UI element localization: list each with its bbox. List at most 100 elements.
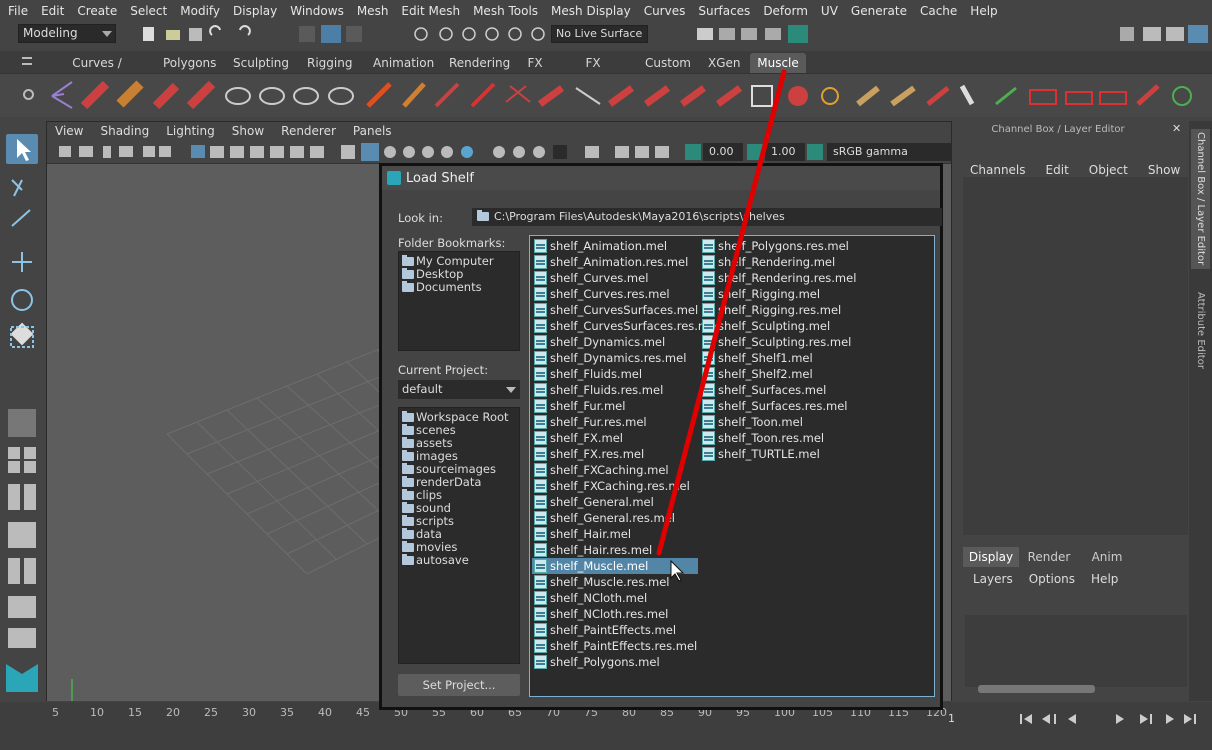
shelf-menu-icon[interactable] — [22, 57, 32, 65]
shelf-file-item[interactable]: shelf_FXCaching.mel — [532, 462, 698, 478]
shelf-file-item[interactable]: shelf_Polygons.res.mel — [700, 238, 860, 254]
shelf-file-item[interactable]: shelf_CurvesSurfaces.res.mel — [532, 318, 719, 334]
shelf-file-item[interactable]: shelf_Animation.mel — [532, 238, 698, 254]
dialog-titlebar[interactable]: Load Shelf — [382, 166, 940, 190]
menu-generate[interactable]: Generate — [851, 4, 907, 18]
side-tab-attribute-editor[interactable]: Attribute Editor — [1191, 285, 1210, 375]
project-folder-autosave[interactable]: autosave — [399, 554, 469, 567]
shelf-file-item[interactable]: shelf_Muscle.mel — [532, 558, 698, 574]
shelf-tab-fx-caching[interactable]: FX Caching — [563, 53, 623, 90]
shelf-tab-polygons[interactable]: Polygons — [163, 53, 216, 73]
toolbox-icons[interactable] — [0, 122, 44, 700]
menu-help[interactable]: Help — [970, 4, 997, 18]
menu-windows[interactable]: Windows — [290, 4, 344, 18]
shelf-file-item[interactable]: shelf_Rendering.mel — [700, 254, 860, 270]
shelf-file-item[interactable]: shelf_Fluids.mel — [532, 366, 698, 382]
viewport-menu-panels[interactable]: Panels — [353, 124, 392, 138]
menu-select[interactable]: Select — [130, 4, 167, 18]
shelf-file-item[interactable]: shelf_General.res.mel — [532, 510, 698, 526]
side-tab-channel-box[interactable]: Channel Box / Layer Editor — [1191, 129, 1210, 269]
menu-create[interactable]: Create — [77, 4, 117, 18]
menu-mesh-display[interactable]: Mesh Display — [551, 4, 631, 18]
layer-tab-render[interactable]: Render — [1021, 547, 1077, 567]
shelf-file-item[interactable]: shelf_FX.res.mel — [532, 446, 698, 462]
shelf-file-item[interactable]: shelf_Surfaces.mel — [700, 382, 860, 398]
menu-file[interactable]: File — [8, 4, 28, 18]
shelf-tab-rendering[interactable]: Rendering — [449, 53, 510, 73]
shelf-file-item[interactable]: shelf_Hair.res.mel — [532, 542, 698, 558]
live-surface-field[interactable]: No Live Surface — [551, 25, 648, 43]
layer-scrollbar[interactable] — [978, 685, 1095, 693]
gamma-field[interactable]: 1.00 — [765, 143, 805, 161]
menu-curves[interactable]: Curves — [644, 4, 686, 18]
exposure-field[interactable]: 0.00 — [703, 143, 743, 161]
shelf-file-item[interactable]: shelf_Fur.res.mel — [532, 414, 698, 430]
shelf-file-item[interactable]: shelf_FX.mel — [532, 430, 698, 446]
shelf-file-item[interactable]: shelf_Dynamics.res.mel — [532, 350, 698, 366]
shelf-file-item[interactable]: shelf_Dynamics.mel — [532, 334, 698, 350]
shelf-tab-curves-surfaces[interactable]: Curves / Surfaces — [53, 53, 141, 90]
menu-mesh-tools[interactable]: Mesh Tools — [473, 4, 538, 18]
viewport-menu-show[interactable]: Show — [232, 124, 264, 138]
menu-surfaces[interactable]: Surfaces — [698, 4, 750, 18]
shelf-file-item[interactable]: shelf_Fluids.res.mel — [532, 382, 698, 398]
channel-menu-channels[interactable]: Channels — [970, 163, 1026, 177]
layer-tab-anim[interactable]: Anim — [1079, 547, 1135, 567]
channel-menu-show[interactable]: Show — [1148, 163, 1180, 177]
shelf-file-item[interactable]: shelf_Rendering.res.mel — [700, 270, 860, 286]
menu-edit[interactable]: Edit — [41, 4, 64, 18]
channel-list[interactable] — [963, 177, 1188, 535]
shelf-file-item[interactable]: shelf_Animation.res.mel — [532, 254, 698, 270]
playback-controls[interactable] — [1016, 710, 1212, 730]
shelf-file-item[interactable]: shelf_Polygons.mel — [532, 654, 698, 670]
shelf-file-item[interactable]: shelf_Surfaces.res.mel — [700, 398, 860, 414]
shelf-tab-xgen[interactable]: XGen — [708, 53, 741, 73]
menu-uv[interactable]: UV — [821, 4, 838, 18]
shelf-tab-muscle[interactable]: Muscle — [750, 53, 806, 73]
shelf-file-item[interactable]: shelf_Toon.mel — [700, 414, 860, 430]
close-icon[interactable]: ✕ — [1172, 123, 1184, 135]
channel-menu-edit[interactable]: Edit — [1046, 163, 1069, 177]
shelf-tab-sculpting[interactable]: Sculpting — [233, 53, 289, 73]
menu-modify[interactable]: Modify — [180, 4, 220, 18]
shelf-tab-animation[interactable]: Animation — [373, 53, 434, 73]
shelf-file-item[interactable]: shelf_General.mel — [532, 494, 698, 510]
shelf-file-item[interactable]: shelf_Curves.mel — [532, 270, 698, 286]
menu-cache[interactable]: Cache — [920, 4, 957, 18]
shelf-file-item[interactable]: shelf_FXCaching.res.mel — [532, 478, 698, 494]
menu-mesh[interactable]: Mesh — [357, 4, 389, 18]
shelf-file-item[interactable]: shelf_NCloth.res.mel — [532, 606, 698, 622]
viewport-toolbar-icons[interactable] — [47, 140, 953, 164]
shelf-file-item[interactable]: shelf_CurvesSurfaces.mel — [532, 302, 698, 318]
layer-list[interactable] — [965, 615, 1187, 687]
layer-menu-layers[interactable]: Layers — [973, 572, 1013, 586]
shelf-file-item[interactable]: shelf_PaintEffects.mel — [532, 622, 698, 638]
shelf-file-item[interactable]: shelf_Toon.res.mel — [700, 430, 860, 446]
shelf-tab-rigging[interactable]: Rigging — [307, 53, 352, 73]
bookmark-documents[interactable]: Documents — [399, 281, 482, 294]
set-project-button[interactable]: Set Project... — [398, 674, 520, 696]
viewport-menu-view[interactable]: View — [55, 124, 83, 138]
layer-menu-options[interactable]: Options — [1029, 572, 1075, 586]
channel-menu-object[interactable]: Object — [1089, 163, 1128, 177]
shelf-file-item[interactable]: shelf_NCloth.mel — [532, 590, 698, 606]
colorspace-dropdown[interactable]: sRGB gamma — [827, 143, 951, 161]
menu-edit-mesh[interactable]: Edit Mesh — [401, 4, 460, 18]
shelf-file-item[interactable]: shelf_Rigging.res.mel — [700, 302, 860, 318]
shelf-file-item[interactable]: shelf_PaintEffects.res.mel — [532, 638, 698, 654]
shelf-file-item[interactable]: shelf_Curves.res.mel — [532, 286, 698, 302]
shelf-file-item[interactable]: shelf_Fur.mel — [532, 398, 698, 414]
menu-display[interactable]: Display — [233, 4, 277, 18]
shelf-file-item[interactable]: shelf_Sculpting.mel — [700, 318, 860, 334]
shelf-file-item[interactable]: shelf_Rigging.mel — [700, 286, 860, 302]
shelf-file-item[interactable]: shelf_Shelf2.mel — [700, 366, 860, 382]
current-frame-field[interactable]: 1 — [948, 712, 988, 725]
layer-tab-display[interactable]: Display — [963, 547, 1019, 567]
shelf-tool-icons[interactable] — [0, 74, 1212, 118]
viewport-menu-renderer[interactable]: Renderer — [281, 124, 336, 138]
shelf-file-item[interactable]: shelf_Muscle.res.mel — [532, 574, 698, 590]
layer-menu-help[interactable]: Help — [1091, 572, 1118, 586]
shelf-file-item[interactable]: shelf_Hair.mel — [532, 526, 698, 542]
shelf-file-item[interactable]: shelf_Sculpting.res.mel — [700, 334, 860, 350]
shelf-tab-fx[interactable]: FX — [527, 53, 543, 73]
